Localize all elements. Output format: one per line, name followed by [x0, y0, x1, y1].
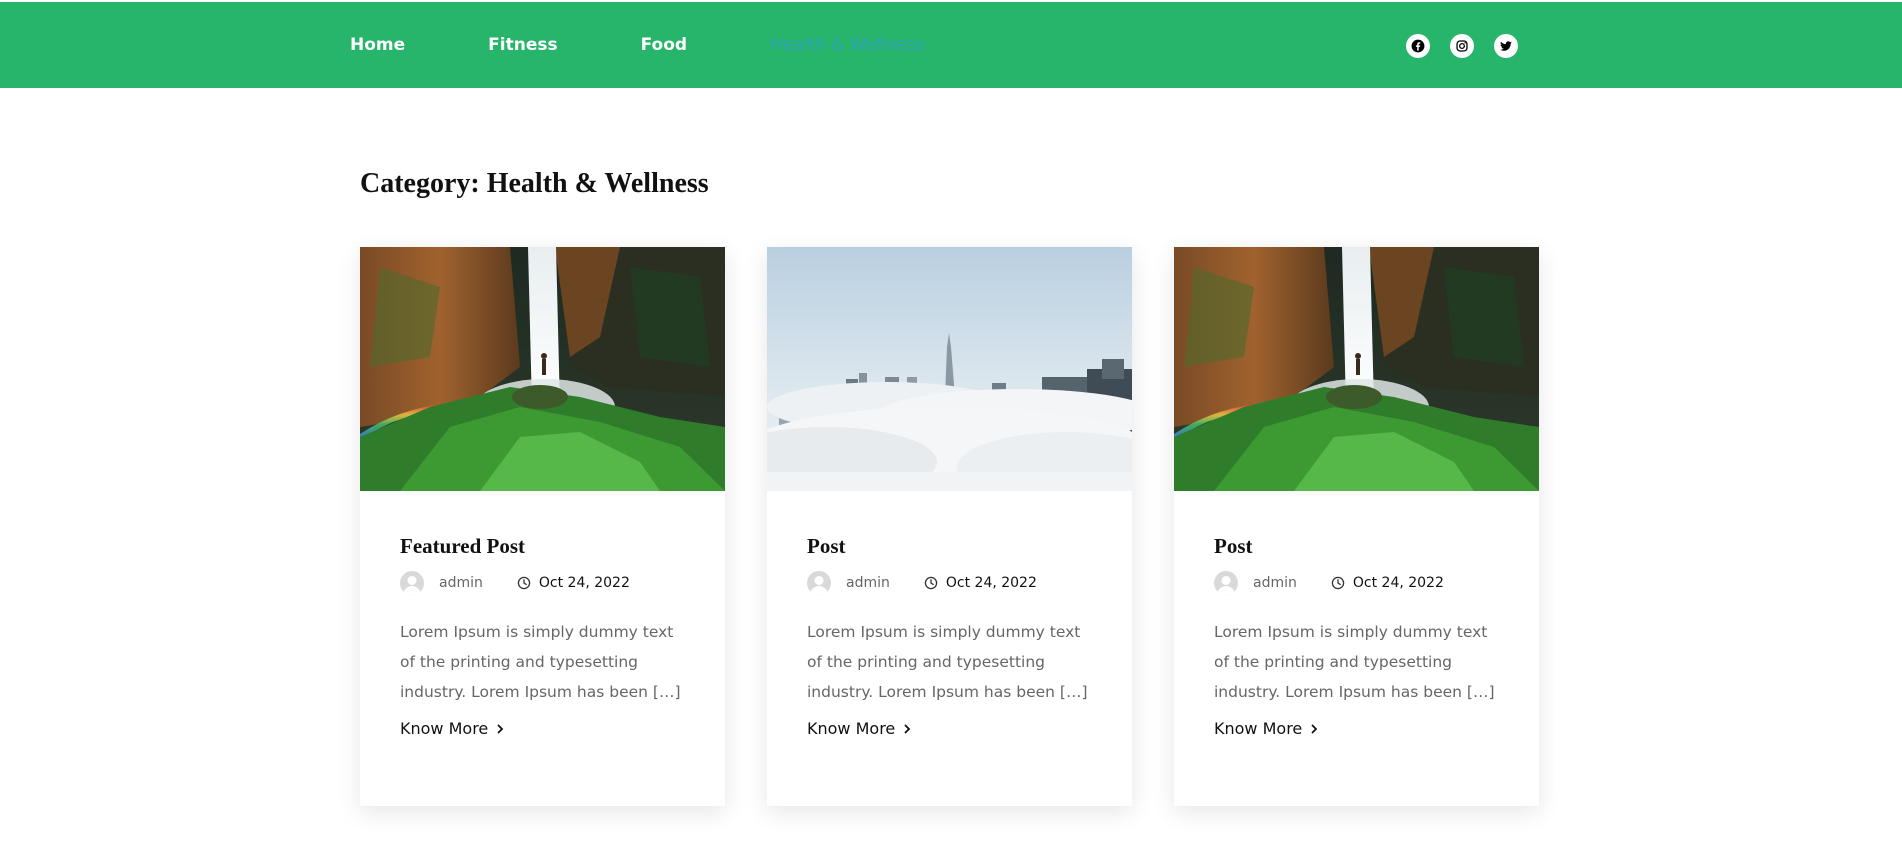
- nav-food[interactable]: Food: [641, 35, 687, 55]
- chevron-right-icon: [496, 723, 505, 735]
- avatar: [807, 571, 831, 595]
- post-author[interactable]: admin: [1253, 575, 1297, 591]
- clock-icon: [924, 576, 938, 590]
- know-more-label: Know More: [807, 719, 896, 738]
- post-title[interactable]: Featured Post: [400, 534, 685, 558]
- waterfall-image[interactable]: [1174, 247, 1539, 491]
- nav-health-wellness[interactable]: Health & Wellness: [770, 35, 925, 55]
- social-links: [1406, 34, 1518, 58]
- post-meta: admin Oct 24, 2022: [807, 571, 1092, 595]
- post-date: Oct 24, 2022: [538, 575, 630, 591]
- site-header: Home Fitness Food Health & Wellness: [0, 2, 1902, 88]
- post-author[interactable]: admin: [846, 575, 890, 591]
- post-meta: admin Oct 24, 2022: [1214, 571, 1499, 595]
- twitter-icon[interactable]: [1494, 34, 1518, 58]
- clock-icon: [517, 576, 531, 590]
- avatar: [400, 571, 424, 595]
- know-more-label: Know More: [1214, 719, 1303, 738]
- post-card: Featured Post admin Oct 24, 2022 Lorem I…: [360, 247, 725, 806]
- waterfall-image[interactable]: [360, 247, 725, 491]
- post-author[interactable]: admin: [439, 575, 483, 591]
- post-date: Oct 24, 2022: [1352, 575, 1444, 591]
- post-excerpt: Lorem Ipsum is simply dummy text of the …: [807, 623, 1088, 701]
- city-clouds-image[interactable]: [767, 247, 1132, 491]
- post-excerpt: Lorem Ipsum is simply dummy text of the …: [1214, 623, 1495, 701]
- post-title[interactable]: Post: [807, 534, 1092, 558]
- post-meta: admin Oct 24, 2022: [400, 571, 685, 595]
- post-excerpt: Lorem Ipsum is simply dummy text of the …: [400, 623, 681, 701]
- chevron-right-icon: [1310, 723, 1319, 735]
- post-title[interactable]: Post: [1214, 534, 1499, 558]
- post-date: Oct 24, 2022: [945, 575, 1037, 591]
- post-card: Post admin Oct 24, 2022 Lorem Ipsum is s…: [1174, 247, 1539, 806]
- chevron-right-icon: [903, 723, 912, 735]
- post-grid: Featured Post admin Oct 24, 2022 Lorem I…: [360, 247, 1539, 806]
- nav-home[interactable]: Home: [350, 35, 405, 55]
- know-more-link[interactable]: Know More: [1214, 719, 1499, 738]
- post-card: Post admin Oct 24, 2022 Lorem Ipsum is s…: [767, 247, 1132, 806]
- know-more-label: Know More: [400, 719, 489, 738]
- post-card-body: Featured Post admin Oct 24, 2022 Lorem I…: [360, 491, 725, 738]
- instagram-icon[interactable]: [1450, 34, 1474, 58]
- know-more-link[interactable]: Know More: [400, 719, 685, 738]
- avatar: [1214, 571, 1238, 595]
- clock-icon: [1331, 576, 1345, 590]
- post-card-body: Post admin Oct 24, 2022 Lorem Ipsum is s…: [1174, 491, 1539, 738]
- facebook-icon[interactable]: [1406, 34, 1430, 58]
- post-card-body: Post admin Oct 24, 2022 Lorem Ipsum is s…: [767, 491, 1132, 738]
- know-more-link[interactable]: Know More: [807, 719, 1092, 738]
- nav-fitness[interactable]: Fitness: [488, 35, 557, 55]
- main-nav: Home Fitness Food Health & Wellness: [350, 2, 925, 88]
- page-title: Category: Health & Wellness: [360, 168, 709, 199]
